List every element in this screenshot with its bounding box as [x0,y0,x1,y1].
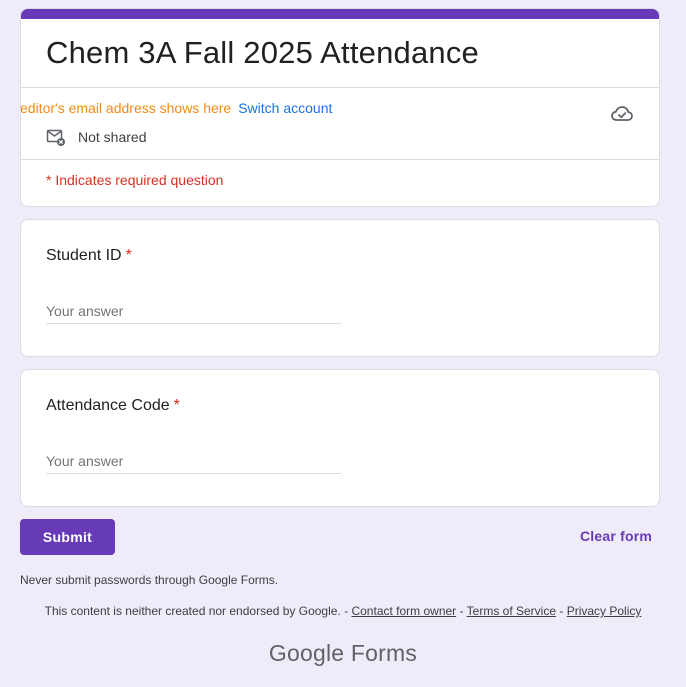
share-status-row: Not shared [46,127,146,147]
google-forms-logo[interactable]: Google Forms [0,640,686,667]
question-card-student-id: Student ID * [20,219,660,357]
question-label: Student ID [46,247,122,264]
required-star: * [125,247,132,264]
required-star: * [173,397,180,414]
footer-disclaimer: This content is neither created nor endo… [0,604,686,618]
contact-owner-link[interactable]: Contact form owner [351,604,456,618]
brand-forms: Forms [350,640,418,666]
privacy-link[interactable]: Privacy Policy [567,604,642,618]
required-note: * Indicates required question [46,172,224,188]
form-title: Chem 3A Fall 2025 Attendance [46,35,480,70]
question-title: Attendance Code * [46,397,180,415]
attendance-code-input[interactable] [46,448,341,474]
form-header-card: Chem 3A Fall 2025 Attendance editor's em… [20,8,660,207]
question-label: Attendance Code [46,397,170,414]
cloud-check-icon[interactable] [610,101,634,125]
switch-account-link[interactable]: Switch account [238,100,332,116]
email-overlay: editor's email address shows here [21,99,235,117]
password-warning: Never submit passwords through Google Fo… [20,573,279,587]
question-title: Student ID * [46,247,132,265]
divider [21,159,659,160]
submit-button[interactable]: Submit [20,519,115,555]
divider [21,87,659,88]
not-shared-label: Not shared [78,129,147,145]
mail-not-shared-icon [46,129,65,146]
question-card-attendance-code: Attendance Code * [20,369,660,507]
separator: - [559,604,564,618]
separator: - [459,604,464,618]
form-page: Chem 3A Fall 2025 Attendance editor's em… [0,0,686,687]
clear-form-button[interactable]: Clear form [580,528,652,544]
student-id-input[interactable] [46,298,341,324]
account-row: editor's email address shows here Switch… [21,97,332,119]
disclaimer-text: This content is neither created nor endo… [44,604,349,618]
terms-link[interactable]: Terms of Service [467,604,556,618]
accent-bar [21,9,659,19]
brand-google: Google [268,640,345,666]
